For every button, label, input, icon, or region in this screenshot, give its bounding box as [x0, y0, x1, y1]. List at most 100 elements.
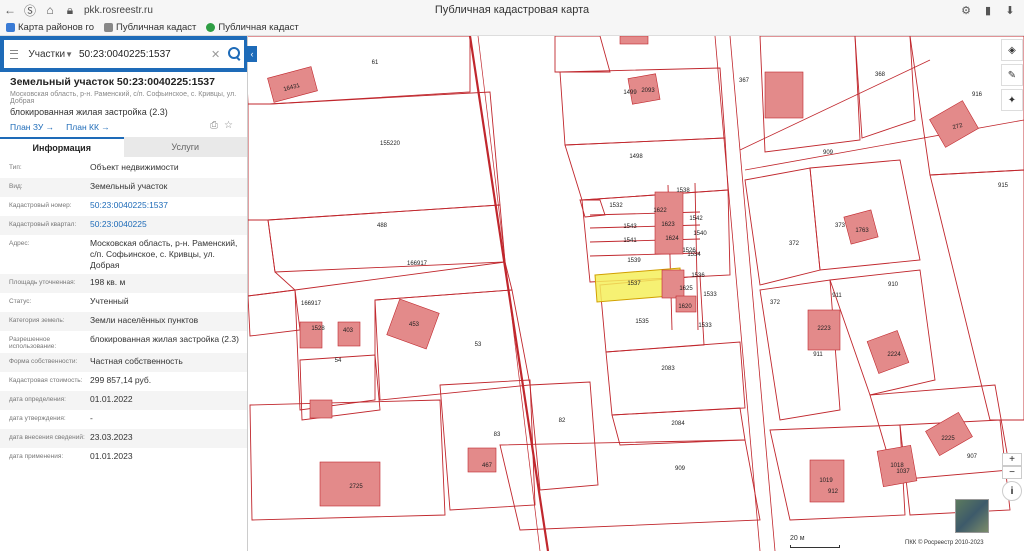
property-row: дата утверждения: -: [0, 410, 247, 429]
menu-icon[interactable]: [10, 49, 19, 59]
building-footprint[interactable]: [337, 321, 361, 347]
building-footprint[interactable]: [925, 411, 973, 457]
zoom-out-button[interactable]: −: [1002, 466, 1022, 479]
parcel-boundary[interactable]: [267, 204, 506, 273]
parcel-label: 1620: [678, 304, 692, 310]
building-footprint[interactable]: [661, 269, 685, 299]
bookmark-item[interactable]: Публичная кадаст: [206, 22, 299, 33]
parcel-label: 1538: [676, 188, 690, 194]
search-type-select[interactable]: Участки: [28, 49, 65, 60]
parcel-boundary[interactable]: [529, 381, 599, 491]
parcel-label: 1532: [609, 203, 623, 209]
property-row: Статус: Учтенный: [0, 293, 247, 312]
parcel-label: 82: [559, 418, 566, 424]
building-footprint[interactable]: [619, 36, 649, 45]
parcel-label: 2223: [817, 326, 831, 332]
parcel-label: 367: [739, 78, 750, 84]
property-label: Категория земель:: [9, 317, 65, 324]
download-icon[interactable]: ⬇: [1002, 2, 1018, 18]
back-icon[interactable]: ←: [0, 0, 20, 20]
parcel-boundary[interactable]: [929, 169, 1024, 421]
info-panel: Участки ▼ ✕ ‹ Земельный участок 50:23:00…: [0, 36, 257, 551]
property-label: Кадастровая стоимость:: [9, 377, 83, 384]
search-bar: Участки ▼ ✕ ‹: [0, 36, 257, 72]
parcel-label: 1537: [627, 281, 641, 287]
parcel-label: 2225: [941, 436, 955, 442]
search-icon[interactable]: [228, 47, 240, 61]
collapse-panel-icon[interactable]: ‹: [247, 46, 257, 62]
property-row: дата применения: 01.01.2023: [0, 448, 247, 467]
parcel-boundary[interactable]: [247, 91, 501, 221]
parcel-boundary[interactable]: [854, 36, 916, 139]
property-row: Категория земель: Земли населённых пункто…: [0, 312, 247, 331]
yandex-icon[interactable]: Ⓢ: [20, 0, 40, 20]
property-label: Тип:: [9, 164, 22, 171]
parcel-label: 909: [823, 150, 834, 156]
clear-icon[interactable]: ✕: [211, 48, 220, 61]
basemap-switcher[interactable]: [955, 499, 989, 533]
parcel-label: 83: [494, 432, 501, 438]
bookmark-item[interactable]: Публичная кадаст: [103, 22, 196, 33]
property-value[interactable]: 50:23:0040225:1537: [90, 200, 174, 213]
tab-information[interactable]: Информация: [0, 137, 124, 157]
property-value[interactable]: 50:23:0040225: [90, 219, 153, 232]
home-icon[interactable]: ⌂: [40, 0, 60, 20]
building-footprint[interactable]: [309, 399, 333, 419]
parcel-label: 373: [835, 223, 846, 229]
print-icon[interactable]: ⎙: [210, 120, 218, 131]
search-box: Участки ▼ ✕: [4, 40, 244, 68]
info-icon[interactable]: i: [1002, 481, 1022, 501]
parcel-label: 453: [409, 322, 420, 328]
search-input[interactable]: [78, 48, 211, 60]
parcel-label: 1536: [691, 273, 705, 279]
parcel-boundary[interactable]: [564, 137, 729, 201]
parcel-boundary[interactable]: [605, 341, 746, 416]
locate-icon[interactable]: ✦: [1001, 89, 1023, 111]
property-label: Вид:: [9, 183, 23, 190]
property-label: дата утверждения:: [9, 415, 66, 422]
building-footprint[interactable]: [843, 209, 879, 245]
ruler-icon[interactable]: ✎: [1001, 64, 1023, 86]
bookmark-icon[interactable]: ▮: [980, 2, 996, 18]
parcel-label: 488: [377, 223, 388, 229]
browser-toolbar: ← Ⓢ ⌂ 🔒︎ pkk.rosreestr.ru Публичная када…: [0, 0, 1024, 20]
parcel-label: 1533: [698, 323, 712, 329]
property-row: Адрес: Московская область, р-н. Раменский…: [0, 235, 247, 274]
translate-icon[interactable]: ⚙: [958, 2, 974, 18]
parcel-label: 54: [335, 358, 342, 364]
property-value: Земли населённых пунктов: [90, 315, 199, 325]
parcel-label: 907: [967, 454, 978, 460]
tab-services[interactable]: Услуги: [123, 137, 247, 157]
scale-bar: [790, 545, 840, 548]
plan-zu-link[interactable]: План ЗУ →: [10, 122, 54, 132]
object-header: Земельный участок 50:23:0040225:1537 Мос…: [0, 72, 247, 132]
parcel-label: 467: [482, 463, 493, 469]
property-row: Форма собственности: Частная собственност…: [0, 353, 247, 372]
address-bar[interactable]: pkk.rosreestr.ru: [84, 5, 153, 16]
property-value: Объект недвижимости: [90, 162, 179, 172]
star-icon[interactable]: ☆: [224, 120, 233, 131]
property-label: Кадастровый номер:: [9, 202, 72, 209]
property-row: Тип: Объект недвижимости: [0, 159, 247, 178]
chevron-down-icon[interactable]: ▼: [65, 50, 73, 59]
parcel-label: 372: [789, 241, 800, 247]
parcel-boundary[interactable]: [247, 289, 301, 337]
property-label: дата применения:: [9, 453, 64, 460]
parcel-boundary[interactable]: [554, 36, 611, 73]
parcel-label: 1543: [623, 224, 637, 230]
building-footprint[interactable]: [764, 71, 804, 119]
property-row: Кадастровая стоимость: 299 857,14 руб.: [0, 372, 247, 391]
layers-icon[interactable]: ◈: [1001, 39, 1023, 61]
bookmark-item[interactable]: Карта районов го: [6, 22, 94, 33]
parcel-label: 2093: [641, 88, 655, 94]
property-value: 01.01.2022: [90, 394, 133, 404]
zoom-in-button[interactable]: +: [1002, 453, 1022, 466]
parcel-label: 1625: [679, 286, 693, 292]
bookmarks-bar: Карта районов го Публичная кадаст Публич…: [0, 20, 1024, 36]
property-label: дата внесения сведений:: [9, 434, 85, 441]
parcel-boundary[interactable]: [247, 219, 297, 297]
parcel-boundary[interactable]: [744, 167, 821, 286]
plan-kk-link[interactable]: План КК →: [66, 122, 110, 132]
parcel-label: 1528: [311, 326, 325, 332]
parcel-boundary[interactable]: [829, 269, 936, 396]
